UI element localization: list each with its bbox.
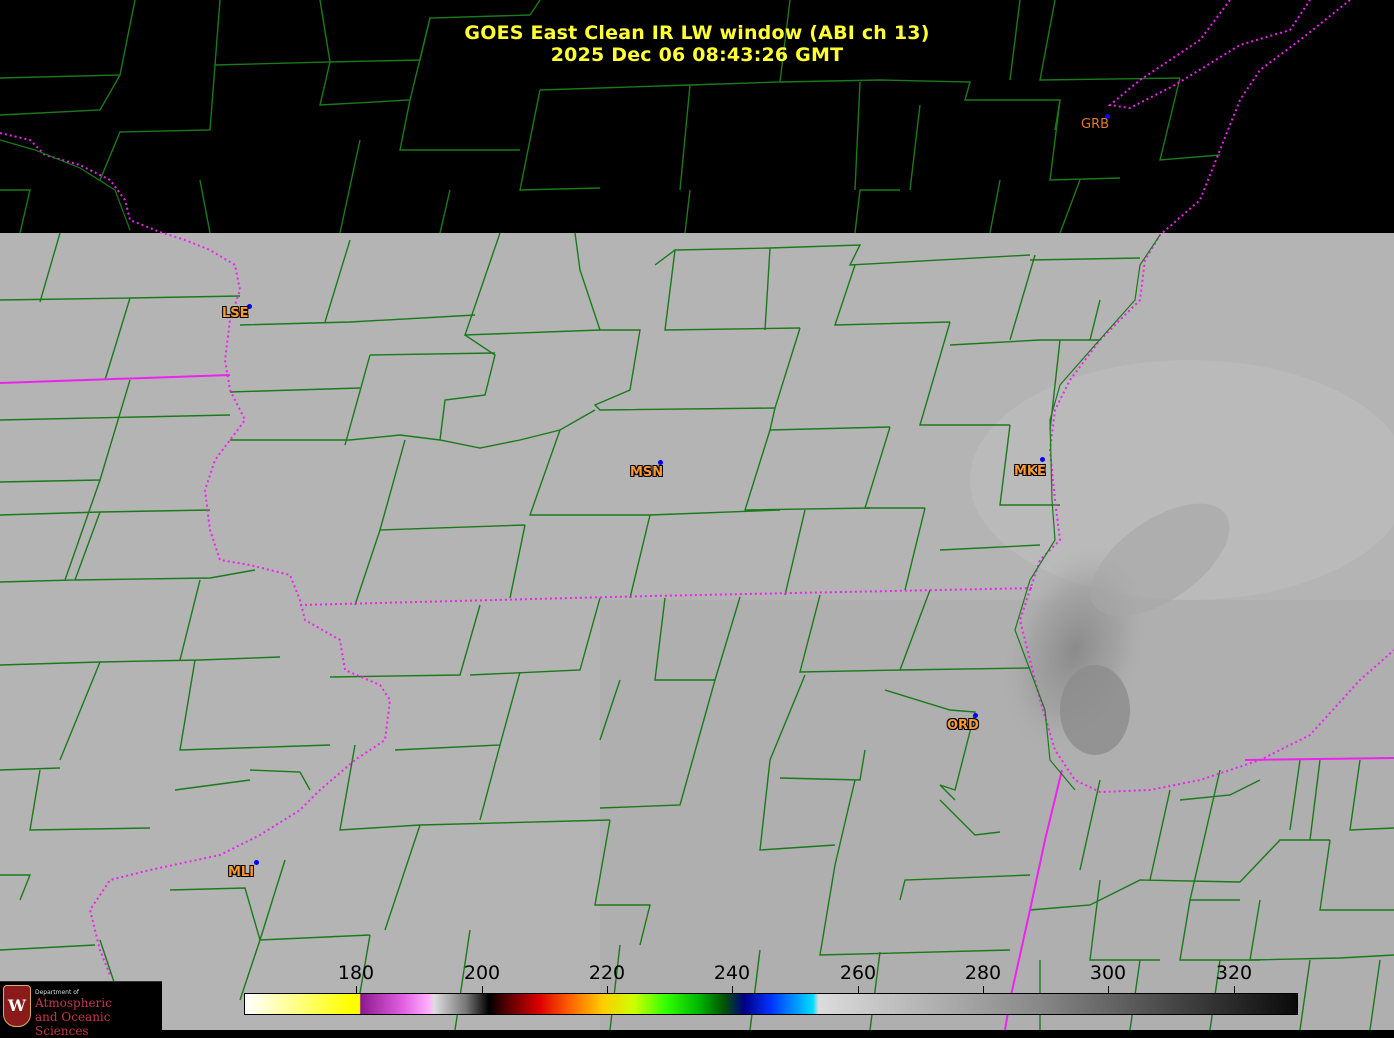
station-dot — [254, 860, 259, 865]
colorbar-tick-label: 260 — [839, 962, 877, 984]
station-label: ORD — [947, 718, 979, 733]
colorbar-tick-label: 180 — [337, 962, 375, 984]
station-label: MLI — [228, 865, 255, 880]
station-dot — [1040, 457, 1045, 462]
colorbar-tick-label: 320 — [1215, 962, 1253, 984]
colorbar-tick-label: 240 — [713, 962, 751, 984]
station-label: MSN — [630, 465, 664, 480]
temperature-colorbar — [244, 993, 1298, 1015]
colorbar-tick-label: 280 — [964, 962, 1002, 984]
logo-dept-text: Department of — [35, 989, 79, 996]
colorbar-tick-mark — [482, 986, 483, 994]
aos-logo: W Department of Atmospheric and Oceanic … — [0, 981, 162, 1038]
colorbar-tick-mark — [983, 986, 984, 994]
uw-shield-icon: W — [3, 985, 31, 1027]
colorbar-tick-mark — [858, 986, 859, 994]
logo-line-1: Atmospheric — [35, 996, 112, 1010]
station-label: MKE — [1014, 464, 1046, 479]
colorbar-tick-mark — [356, 986, 357, 994]
station-label: LSE — [222, 306, 249, 321]
station-label: GRB — [1081, 117, 1110, 132]
colorbar-tick-label: 300 — [1089, 962, 1127, 984]
colorbar-tick-mark — [1108, 986, 1109, 994]
logo-line-2: and Oceanic Sciences — [35, 1010, 111, 1038]
colorbar-tick-mark — [1234, 986, 1235, 994]
colorbar-tick-label: 200 — [463, 962, 501, 984]
satellite-map — [0, 0, 1394, 1030]
title-line-1: GOES East Clean IR LW window (ABI ch 13) — [464, 22, 930, 44]
colorbar-tick-mark — [732, 986, 733, 994]
title-line-2: 2025 Dec 06 08:43:26 GMT — [550, 44, 844, 66]
colorbar-tick-mark — [607, 986, 608, 994]
colorbar-tick-label: 220 — [588, 962, 626, 984]
